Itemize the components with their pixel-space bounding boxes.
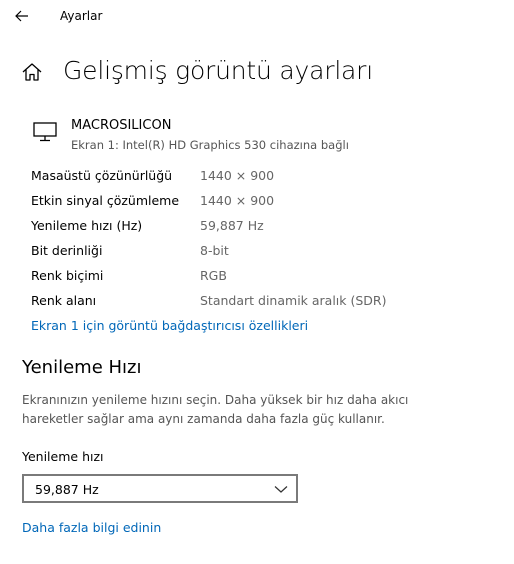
monitor-icon [33,122,57,142]
more-info-link[interactable]: Daha fazla bilgi edinin [22,520,161,535]
title-bar: Ayarlar [0,0,514,34]
info-value: RGB [200,268,227,283]
info-row-color-format: Renk biçimi RGB [31,268,501,288]
chevron-down-icon [274,486,288,493]
info-value: 8-bit [200,243,229,258]
display-name: MACROSILICON [71,118,172,133]
info-label: Etkin sinyal çözümleme [31,193,180,208]
app-title: Ayarlar [60,9,103,23]
info-row-active-signal-resolution: Etkin sinyal çözümleme 1440 × 900 [31,193,501,213]
back-arrow-icon [15,10,28,22]
info-row-refresh-rate: Yenileme hızı (Hz) 59,887 Hz [31,218,501,238]
info-label: Renk alanı [31,293,97,308]
info-value: 1440 × 900 [200,193,275,208]
back-button[interactable] [10,4,34,28]
settings-page: Ayarlar Gelişmiş görüntü ayarları MACROS… [0,0,514,564]
display-subtitle: Ekran 1: Intel(R) HD Graphics 530 cihazı… [71,138,349,152]
home-icon[interactable] [21,61,43,83]
refresh-rate-description: Ekranınızın yenileme hızını seçin. Daha … [22,393,409,426]
info-label: Bit derinliği [31,243,103,258]
info-value: 59,887 Hz [200,218,264,233]
info-row-color-space: Renk alanı Standart dinamik aralık (SDR) [31,293,501,313]
info-value: Standart dinamik aralık (SDR) [200,293,387,308]
info-label: Renk biçimi [31,268,104,283]
info-value: 1440 × 900 [200,168,275,183]
refresh-rate-dropdown[interactable]: 59,887 Hz [22,474,298,503]
refresh-rate-section-title: Yenileme Hızı [22,357,142,378]
info-label: Masaüstü çözünürlüğü [31,168,173,183]
info-row-desktop-resolution: Masaüstü çözünürlüğü 1440 × 900 [31,168,501,188]
adapter-properties-link[interactable]: Ekran 1 için görüntü bağdaştırıcısı özel… [31,318,308,333]
info-row-bit-depth: Bit derinliği 8-bit [31,243,501,263]
refresh-rate-selected-value: 59,887 Hz [35,482,99,497]
info-label: Yenileme hızı (Hz) [31,218,143,233]
refresh-rate-select-label: Yenileme hızı [22,449,104,464]
page-title: Gelişmiş görüntü ayarları [63,56,374,85]
